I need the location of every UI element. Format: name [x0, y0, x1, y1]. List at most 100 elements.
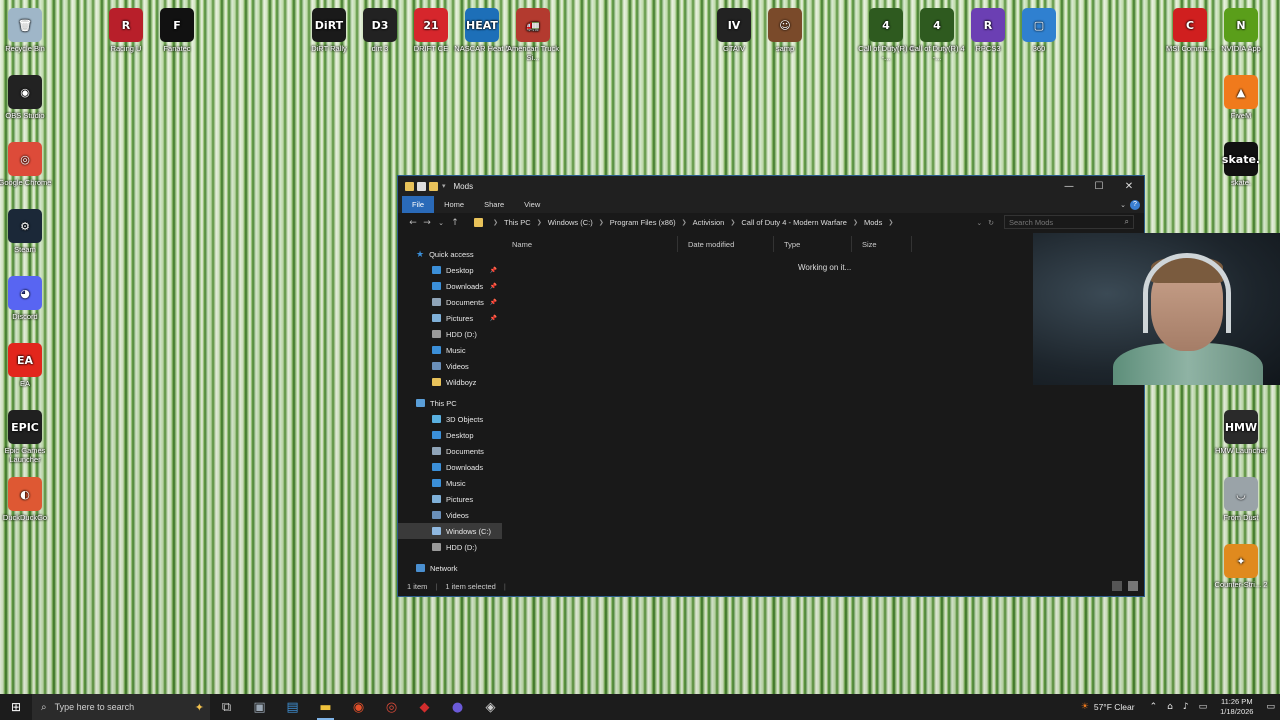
address-bar[interactable]: ❯ This PC ❯ Windows (C:) ❯ Program Files (x8…	[474, 215, 996, 229]
taskbar-app-7[interactable]: ●	[441, 694, 474, 720]
taskbar-chrome[interactable]: ◎	[375, 694, 408, 720]
weather-text[interactable]: 57°F Clear	[1094, 702, 1135, 712]
desktop-icon[interactable]: ✦ Counter-Stri... 2	[1211, 544, 1271, 589]
desktop-icon[interactable]: ▲ FiveM	[1211, 75, 1271, 120]
desktop-icon[interactable]: 🚛 American Truck Si...	[503, 8, 563, 62]
breadcrumb-item[interactable]: Call of Duty 4 - Modern Warfare	[741, 218, 847, 227]
nav-network[interactable]: Network	[398, 560, 502, 576]
chevron-right-icon[interactable]: ❯	[599, 219, 604, 226]
nav-item[interactable]: 3D Objects	[398, 411, 502, 427]
recent-locations-icon[interactable]: ⌄	[434, 219, 448, 227]
nav-item[interactable]: Desktop	[398, 427, 502, 443]
new-folder-icon[interactable]	[429, 181, 438, 191]
search-input[interactable]	[1005, 216, 1121, 228]
network-icon[interactable]: ⌂	[1167, 702, 1173, 712]
taskbar-app-4[interactable]: ◉	[342, 694, 375, 720]
desktop-icon[interactable]: ▢ 360	[1009, 8, 1069, 53]
title-bar[interactable]: ▾ Mods — ☐ ✕	[398, 176, 1144, 196]
column-type[interactable]: Type	[774, 236, 852, 252]
desktop-icon[interactable]: ◉ OBS Studio	[0, 75, 55, 120]
chevron-right-icon[interactable]: ❯	[682, 219, 687, 226]
column-size[interactable]: Size	[852, 236, 912, 252]
taskbar-search[interactable]: ⌕ Type here to search ✦	[32, 694, 210, 720]
nav-label: Music	[446, 478, 466, 488]
close-button[interactable]: ✕	[1114, 176, 1144, 196]
volume-icon[interactable]: ♪	[1183, 702, 1189, 712]
nav-item[interactable]: Videos	[398, 358, 502, 374]
folder-icon	[432, 266, 441, 274]
desktop-icon[interactable]: ⚙ Steam	[0, 209, 55, 254]
chevron-right-icon[interactable]: ❯	[888, 219, 893, 226]
column-date-modified[interactable]: Date modified	[678, 236, 774, 252]
nav-item[interactable]: Music	[398, 475, 502, 491]
tab-file[interactable]: File	[402, 196, 435, 213]
nav-this-pc[interactable]: This PC	[398, 395, 502, 411]
large-icons-view-icon[interactable]	[1128, 581, 1138, 591]
nav-item[interactable]: HDD (D:)	[398, 539, 502, 555]
desktop-icon[interactable]: 🗑 Recycle Bin	[0, 8, 55, 53]
nav-item[interactable]: Windows (C:)	[398, 523, 502, 539]
nav-item[interactable]: Pictures 📌	[398, 310, 502, 326]
forward-button[interactable]: →	[420, 218, 434, 228]
desktop-icon[interactable]: ◐ DuckDuckGo	[0, 477, 55, 522]
nav-item[interactable]: Music	[398, 342, 502, 358]
taskbar-file-explorer[interactable]: ▬	[309, 694, 342, 720]
taskbar-app-6[interactable]: ◆	[408, 694, 441, 720]
taskbar-app-1[interactable]: ▣	[243, 694, 276, 720]
up-button[interactable]: ↑	[448, 218, 462, 228]
nav-item[interactable]: Pictures	[398, 491, 502, 507]
notifications-icon[interactable]: ▭	[1266, 702, 1275, 712]
back-button[interactable]: ←	[406, 218, 420, 228]
breadcrumb-item[interactable]: Program Files (x86)	[610, 218, 676, 227]
properties-icon[interactable]	[417, 181, 426, 191]
desktop-icon[interactable]: ◕ Discord	[0, 276, 55, 321]
desktop-icon[interactable]: EA EA	[0, 343, 55, 388]
desktop-icon[interactable]: ◎ Google Chrome	[0, 142, 55, 187]
nav-item[interactable]: Downloads	[398, 459, 502, 475]
taskbar-task-view[interactable]: ⧉	[210, 694, 243, 720]
chevron-right-icon[interactable]: ❯	[853, 219, 858, 226]
quick-access-dropdown-icon[interactable]: ▾	[442, 182, 446, 190]
breadcrumb-item[interactable]: This PC	[504, 218, 531, 227]
nav-item[interactable]: Desktop 📌	[398, 262, 502, 278]
battery-icon[interactable]: ▭	[1199, 702, 1208, 712]
nav-quick-access[interactable]: ★ Quick access	[398, 246, 502, 262]
breadcrumb-item[interactable]: Windows (C:)	[548, 218, 593, 227]
search-box[interactable]: ⌕	[1004, 215, 1134, 229]
help-icon[interactable]: ?	[1130, 199, 1140, 210]
expand-ribbon-icon[interactable]: ⌄	[1120, 201, 1126, 209]
column-name[interactable]: Name	[502, 236, 678, 252]
minimize-button[interactable]: —	[1054, 176, 1084, 196]
desktop-icon[interactable]: ◡ From Dust	[1211, 477, 1271, 522]
desktop-icon[interactable]: N NVIDIA App	[1211, 8, 1271, 53]
chevron-right-icon[interactable]: ❯	[730, 219, 735, 226]
nav-item[interactable]: Downloads 📌	[398, 278, 502, 294]
taskbar-app-8[interactable]: ◈	[474, 694, 507, 720]
refresh-icon[interactable]: ↻	[988, 220, 994, 227]
chevron-down-icon[interactable]: ⌄	[976, 220, 982, 227]
nav-item[interactable]: Videos	[398, 507, 502, 523]
desktop-icon[interactable]: HMW HMW Launcher	[1211, 410, 1271, 455]
desktop-icon[interactable]: ☺ samp	[755, 8, 815, 53]
desktop-icon[interactable]: F Fanatec	[147, 8, 207, 53]
nav-item[interactable]: HDD (D:)	[398, 326, 502, 342]
tab-view[interactable]: View	[514, 196, 550, 213]
nav-item[interactable]: Documents 📌	[398, 294, 502, 310]
details-view-icon[interactable]	[1112, 581, 1122, 591]
taskbar-app-2[interactable]: ▤	[276, 694, 309, 720]
start-button[interactable]: ⊞	[0, 694, 32, 720]
tab-home[interactable]: Home	[434, 196, 474, 213]
navigation-pane: ★ Quick access Desktop 📌 Downloads 📌 Documen…	[398, 236, 502, 576]
chevron-right-icon[interactable]: ❯	[537, 219, 542, 226]
breadcrumb-item[interactable]: Activision	[693, 218, 725, 227]
desktop-icon[interactable]: EPIC Epic Games Launcher	[0, 410, 55, 464]
tab-share[interactable]: Share	[474, 196, 514, 213]
nav-item[interactable]: Wildboyz	[398, 374, 502, 390]
desktop-icon[interactable]: skate. skate.	[1211, 142, 1271, 187]
clock[interactable]: 11:26 PM 1/18/2026	[1220, 697, 1253, 717]
breadcrumb-item[interactable]: Mods	[864, 218, 882, 227]
maximize-button[interactable]: ☐	[1084, 176, 1114, 196]
app-icon: ◐	[8, 477, 42, 511]
show-hidden-icons[interactable]: ⌃	[1150, 702, 1158, 712]
nav-item[interactable]: Documents	[398, 443, 502, 459]
